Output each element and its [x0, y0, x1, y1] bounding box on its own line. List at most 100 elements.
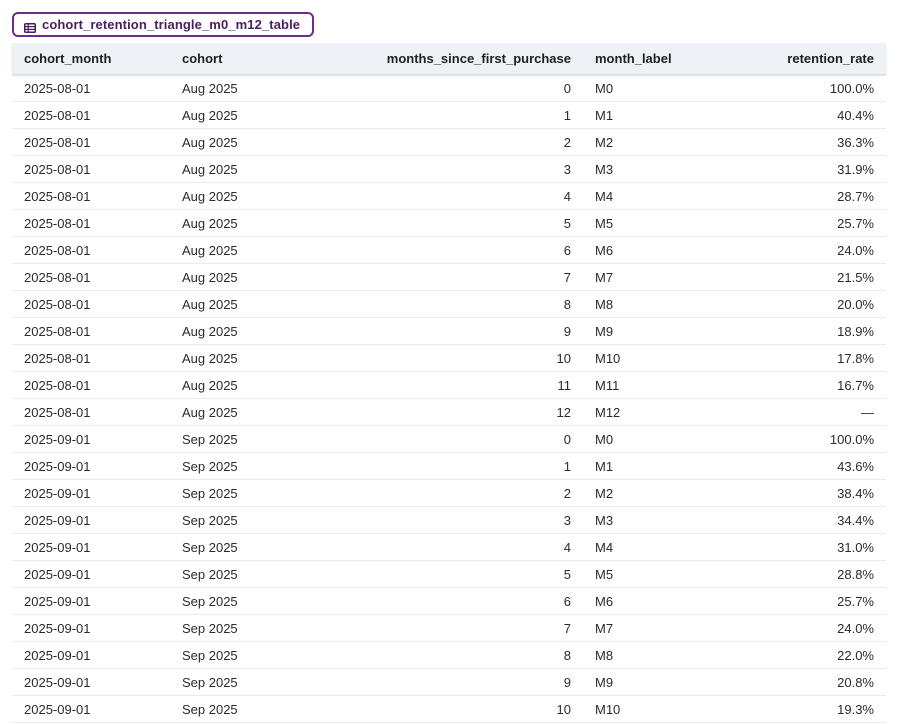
cell-cohort-month: 2025-08-01: [12, 290, 170, 318]
cell-cohort-month: 2025-08-01: [12, 74, 170, 102]
table-row[interactable]: 2025-09-01 Sep 2025 9 M9 20.8%: [12, 668, 886, 696]
table-row[interactable]: 2025-09-01 Sep 2025 0 M0 100.0%: [12, 425, 886, 453]
cell-months-since-first-purchase: 9: [370, 668, 583, 696]
cell-months-since-first-purchase: 6: [370, 587, 583, 615]
cell-months-since-first-purchase: 5: [370, 209, 583, 237]
cell-cohort-month: 2025-08-01: [12, 263, 170, 291]
table-row[interactable]: 2025-08-01 Aug 2025 11 M11 16.7%: [12, 371, 886, 399]
cell-months-since-first-purchase: 10: [370, 695, 583, 723]
cell-cohort-month: 2025-09-01: [12, 695, 170, 723]
cell-cohort-month: 2025-09-01: [12, 479, 170, 507]
cell-retention-rate: 24.0%: [703, 236, 886, 264]
cell-cohort-month: 2025-09-01: [12, 533, 170, 561]
cell-cohort: Sep 2025: [170, 587, 370, 615]
cell-cohort-month: 2025-08-01: [12, 182, 170, 210]
column-header-months-since-first-purchase[interactable]: months_since_first_purchase: [370, 43, 583, 75]
cell-cohort-month: 2025-09-01: [12, 614, 170, 642]
table-row[interactable]: 2025-08-01 Aug 2025 8 M8 20.0%: [12, 290, 886, 318]
cell-months-since-first-purchase: 5: [370, 560, 583, 588]
cell-retention-rate: 17.8%: [703, 344, 886, 372]
table-row[interactable]: 2025-08-01 Aug 2025 10 M10 17.8%: [12, 344, 886, 372]
table-row[interactable]: 2025-09-01 Sep 2025 3 M3 34.4%: [12, 506, 886, 534]
header-row: cohort_month cohort months_since_first_p…: [12, 43, 886, 75]
data-table: cohort_month cohort months_since_first_p…: [12, 43, 886, 723]
cell-cohort-month: 2025-09-01: [12, 425, 170, 453]
cell-months-since-first-purchase: 1: [370, 452, 583, 480]
table-row[interactable]: 2025-08-01 Aug 2025 6 M6 24.0%: [12, 236, 886, 264]
table-row[interactable]: 2025-09-01 Sep 2025 7 M7 24.0%: [12, 614, 886, 642]
cell-retention-rate: 100.0%: [703, 74, 886, 102]
table-row[interactable]: 2025-09-01 Sep 2025 2 M2 38.4%: [12, 479, 886, 507]
table-row[interactable]: 2025-09-01 Sep 2025 4 M4 31.0%: [12, 533, 886, 561]
table-row[interactable]: 2025-08-01 Aug 2025 5 M5 25.7%: [12, 209, 886, 237]
cell-cohort: Aug 2025: [170, 398, 370, 426]
cell-month-label: M5: [583, 209, 703, 237]
cell-retention-rate: 31.9%: [703, 155, 886, 183]
table-row[interactable]: 2025-09-01 Sep 2025 6 M6 25.7%: [12, 587, 886, 615]
cell-cohort: Aug 2025: [170, 317, 370, 345]
table-row[interactable]: 2025-08-01 Aug 2025 7 M7 21.5%: [12, 263, 886, 291]
cell-cohort: Sep 2025: [170, 452, 370, 480]
cell-months-since-first-purchase: 4: [370, 182, 583, 210]
cell-retention-rate: 24.0%: [703, 614, 886, 642]
table-name-chip[interactable]: cohort_retention_triangle_m0_m12_table: [12, 12, 315, 37]
cell-cohort: Sep 2025: [170, 695, 370, 723]
cell-retention-rate: 20.0%: [703, 290, 886, 318]
table-row[interactable]: 2025-08-01 Aug 2025 9 M9 18.9%: [12, 317, 886, 345]
cell-retention-rate: 38.4%: [703, 479, 886, 507]
table-row[interactable]: 2025-08-01 Aug 2025 12 M12—: [12, 398, 886, 426]
data-table-container[interactable]: cohort_month cohort months_since_first_p…: [12, 43, 886, 723]
cell-cohort-month: 2025-08-01: [12, 101, 170, 129]
table-row[interactable]: 2025-09-01 Sep 2025 10 M10 19.3%: [12, 695, 886, 723]
cell-months-since-first-purchase: 11: [370, 371, 583, 399]
cell-cohort: Sep 2025: [170, 668, 370, 696]
table-row[interactable]: 2025-08-01 Aug 2025 0 M0 100.0%: [12, 74, 886, 102]
table-row[interactable]: 2025-08-01 Aug 2025 1 M1 40.4%: [12, 101, 886, 129]
column-header-month-label[interactable]: month_label: [583, 43, 703, 75]
table-row[interactable]: 2025-09-01 Sep 2025 8 M8 22.0%: [12, 641, 886, 669]
cell-cohort-month: 2025-09-01: [12, 587, 170, 615]
cell-cohort-month: 2025-09-01: [12, 668, 170, 696]
cell-cohort: Sep 2025: [170, 506, 370, 534]
cell-months-since-first-purchase: 10: [370, 344, 583, 372]
column-header-cohort[interactable]: cohort: [170, 43, 370, 75]
cell-cohort-month: 2025-08-01: [12, 344, 170, 372]
cell-cohort-month: 2025-09-01: [12, 452, 170, 480]
cell-month-label: M9: [583, 317, 703, 345]
cell-cohort-month: 2025-08-01: [12, 209, 170, 237]
cell-retention-rate: 43.6%: [703, 452, 886, 480]
column-header-retention-rate[interactable]: retention_rate: [703, 43, 886, 75]
cell-retention-rate: 19.3%: [703, 695, 886, 723]
cell-month-label: M7: [583, 263, 703, 291]
cell-cohort-month: 2025-09-01: [12, 506, 170, 534]
cell-months-since-first-purchase: 8: [370, 641, 583, 669]
cell-cohort: Sep 2025: [170, 533, 370, 561]
column-header-cohort-month[interactable]: cohort_month: [12, 43, 170, 75]
cell-cohort: Aug 2025: [170, 155, 370, 183]
cell-month-label: M0: [583, 425, 703, 453]
cell-month-label: M1: [583, 101, 703, 129]
cell-months-since-first-purchase: 9: [370, 317, 583, 345]
cell-month-label: M6: [583, 236, 703, 264]
cell-month-label: M4: [583, 533, 703, 561]
table-row[interactable]: 2025-08-01 Aug 2025 4 M4 28.7%: [12, 182, 886, 210]
table-header: cohort_month cohort months_since_first_p…: [12, 43, 886, 75]
cell-retention-rate: 100.0%: [703, 425, 886, 453]
table-row[interactable]: 2025-09-01 Sep 2025 5 M5 28.8%: [12, 560, 886, 588]
cell-cohort: Aug 2025: [170, 128, 370, 156]
cell-cohort: Aug 2025: [170, 344, 370, 372]
table-row[interactable]: 2025-08-01 Aug 2025 2 M2 36.3%: [12, 128, 886, 156]
cell-month-label: M8: [583, 290, 703, 318]
table-name-label: cohort_retention_triangle_m0_m12_table: [42, 17, 301, 32]
cell-months-since-first-purchase: 8: [370, 290, 583, 318]
table-row[interactable]: 2025-08-01 Aug 2025 3 M3 31.9%: [12, 155, 886, 183]
cell-months-since-first-purchase: 3: [370, 155, 583, 183]
table-row[interactable]: 2025-09-01 Sep 2025 1 M1 43.6%: [12, 452, 886, 480]
cell-retention-rate: 31.0%: [703, 533, 886, 561]
cell-retention-rate: 20.8%: [703, 668, 886, 696]
cell-cohort-month: 2025-08-01: [12, 236, 170, 264]
cell-month-label: M1: [583, 452, 703, 480]
cell-month-label: M0: [583, 74, 703, 102]
cell-cohort-month: 2025-09-01: [12, 560, 170, 588]
cell-month-label: M10: [583, 344, 703, 372]
